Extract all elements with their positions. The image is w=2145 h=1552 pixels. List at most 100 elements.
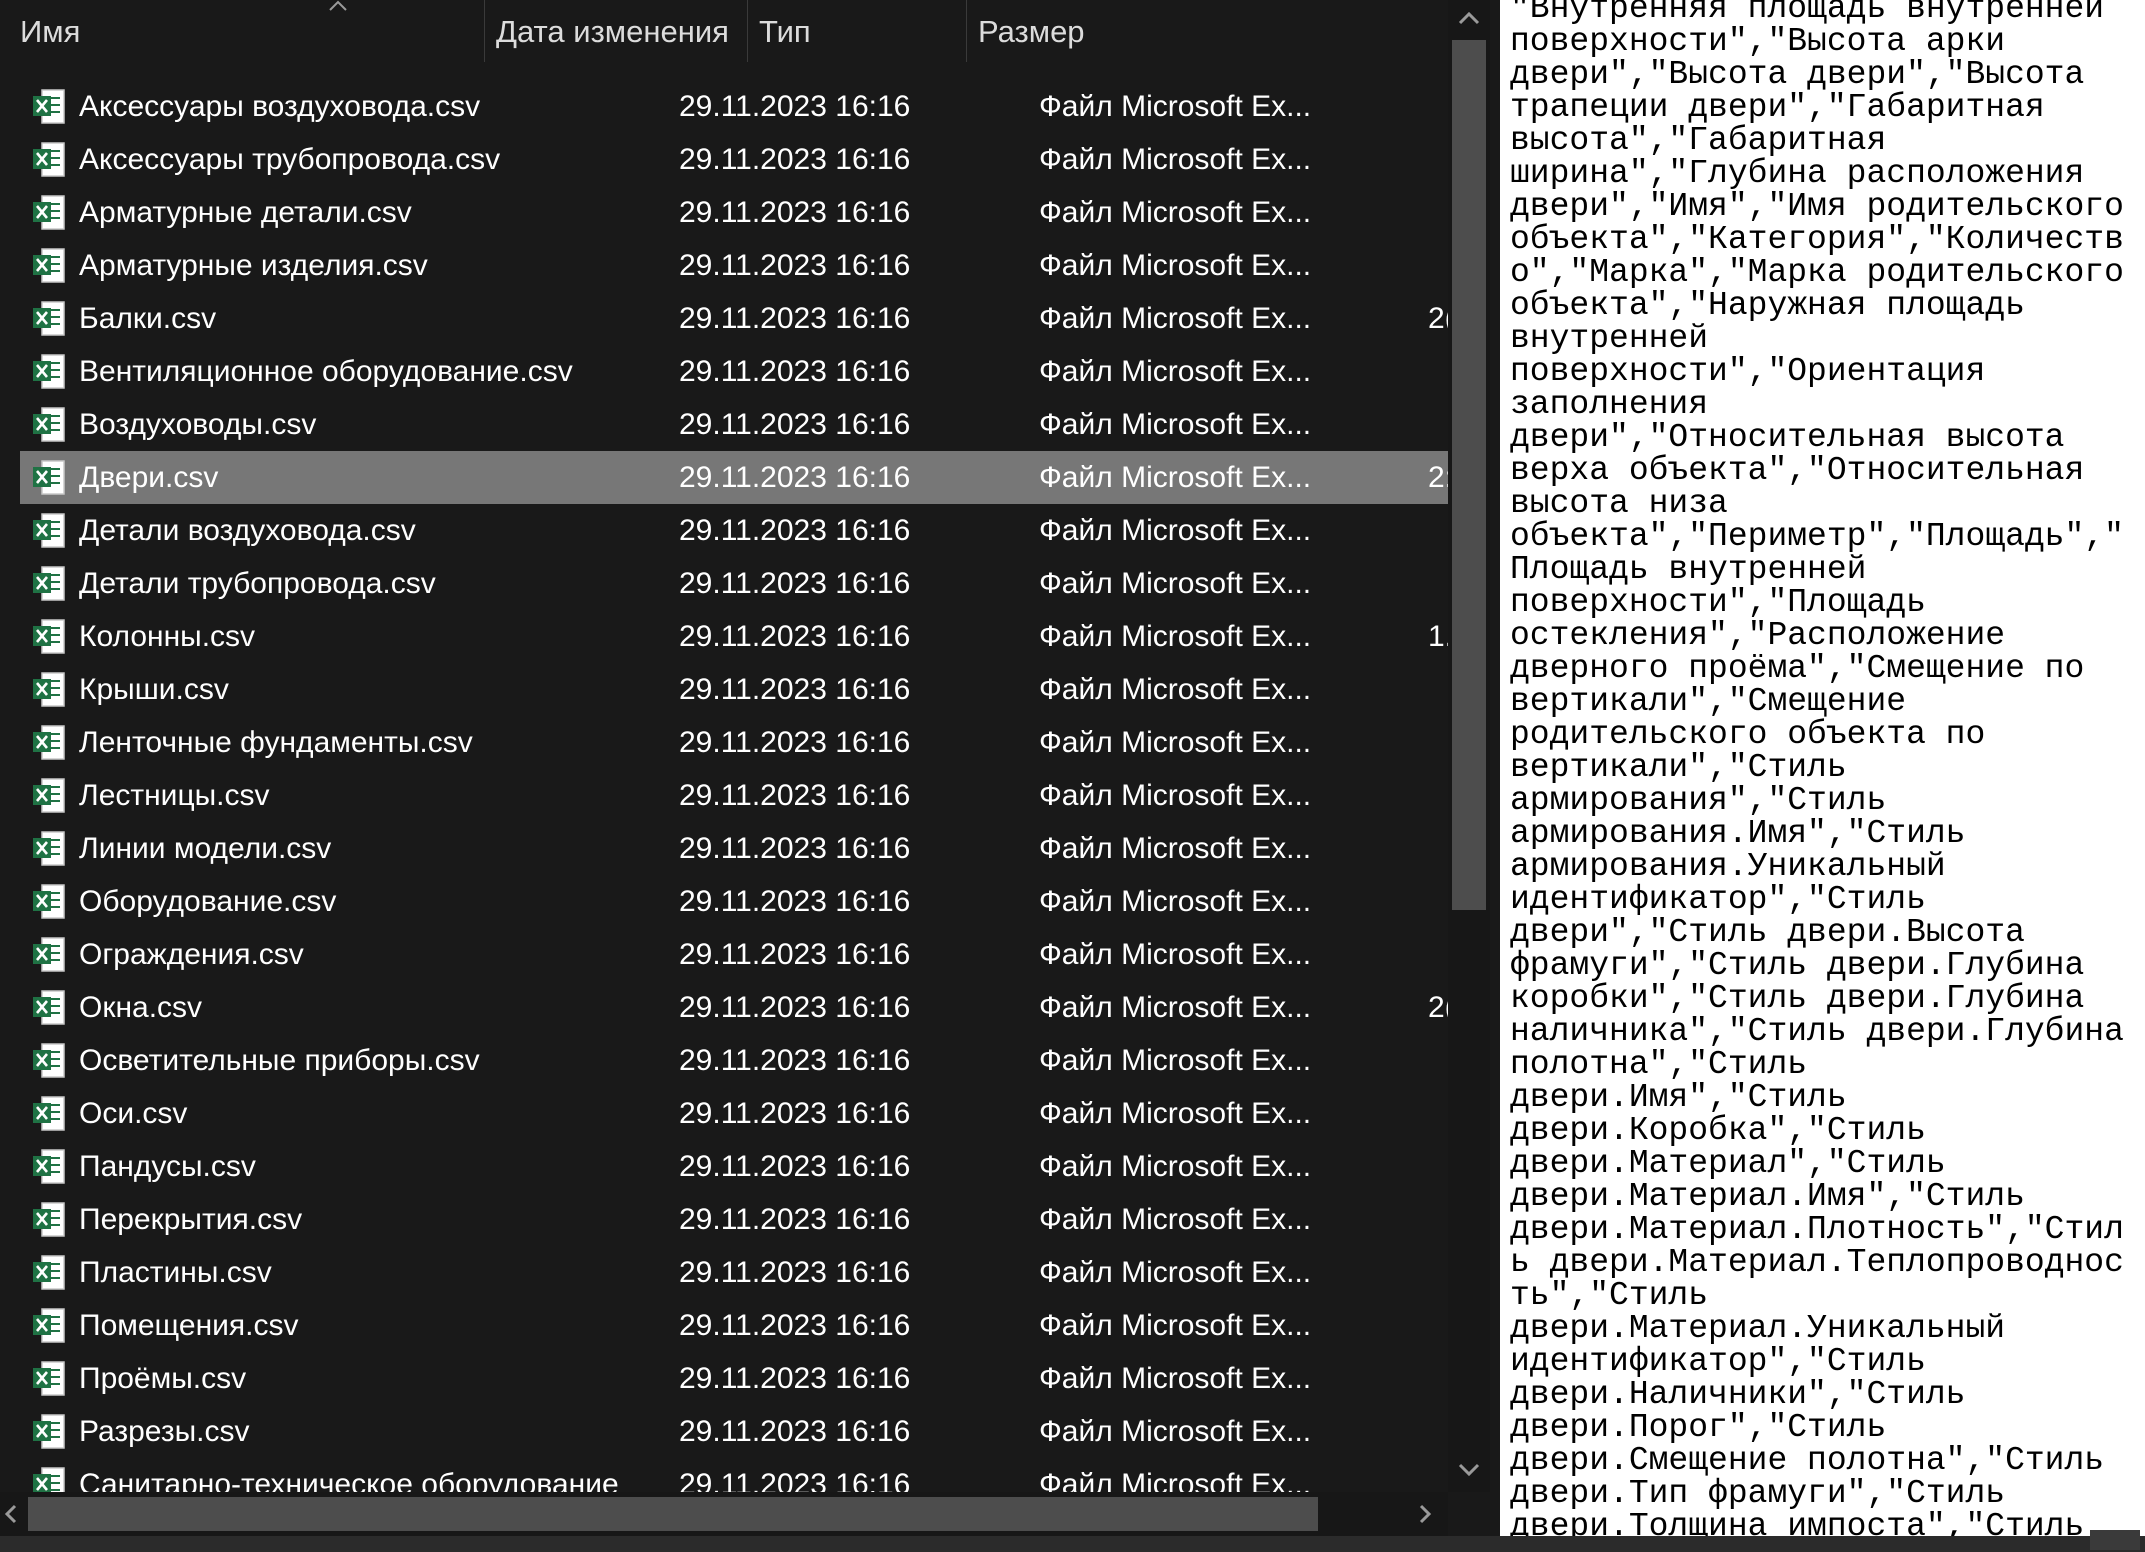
file-row[interactable]: Санитарно-техническое оборудование 29.11.… <box>20 1458 1448 1492</box>
file-row[interactable]: Окна.csv 29.11.2023 16:16 Файл Microsoft E… <box>20 981 1448 1034</box>
file-row[interactable]: Осветительные приборы.csv 29.11.2023 16:1… <box>20 1034 1448 1087</box>
file-row[interactable]: Аксессуары воздуховода.csv 29.11.2023 16:… <box>20 80 1448 133</box>
file-date: 29.11.2023 16:16 <box>679 885 911 918</box>
file-row[interactable]: Колонны.csv 29.11.2023 16:16 Файл Microsof… <box>20 610 1448 663</box>
excel-file-icon <box>33 89 65 124</box>
excel-file-icon <box>33 195 65 230</box>
file-type: Файл Microsoft Ex... <box>1039 1203 1312 1236</box>
file-name: Вентиляционное оборудование.csv <box>79 355 573 388</box>
file-type: Файл Microsoft Ex... <box>1039 408 1312 441</box>
file-row[interactable]: Ограждения.csv 29.11.2023 16:16 Файл Micro… <box>20 928 1448 981</box>
excel-file-icon <box>33 407 65 442</box>
file-name: Оборудование.csv <box>79 885 337 918</box>
column-header-name[interactable]: Имя <box>20 14 80 50</box>
file-row[interactable]: Арматурные изделия.csv 29.11.2023 16:16 Фа… <box>20 239 1448 292</box>
file-type: Файл Microsoft Ex... <box>1039 991 1312 1024</box>
column-divider[interactable] <box>747 0 748 62</box>
file-row[interactable]: Линии модели.csv 29.11.2023 16:16 Файл Mic… <box>20 822 1448 875</box>
file-type: Файл Microsoft Ex... <box>1039 1415 1312 1448</box>
scroll-down-icon[interactable] <box>1454 1458 1484 1482</box>
file-row[interactable]: Перекрытия.csv 29.11.2023 16:16 Файл Micro… <box>20 1193 1448 1246</box>
horizontal-scrollbar-thumb[interactable] <box>28 1497 1318 1531</box>
file-row[interactable]: Пандусы.csv 29.11.2023 16:16 Файл Microsof… <box>20 1140 1448 1193</box>
file-date: 29.11.2023 16:16 <box>679 461 911 494</box>
file-row[interactable]: Ленточные фундаменты.csv 29.11.2023 16:16… <box>20 716 1448 769</box>
file-name: Разрезы.csv <box>79 1415 250 1448</box>
excel-file-icon <box>33 301 65 336</box>
excel-file-icon <box>33 619 65 654</box>
file-date: 29.11.2023 16:16 <box>679 408 911 441</box>
file-row[interactable]: Детали воздуховода.csv 29.11.2023 16:16 Фа… <box>20 504 1448 557</box>
file-row[interactable]: Вентиляционное оборудование.csv 29.11.202… <box>20 345 1448 398</box>
excel-file-icon <box>33 1414 65 1449</box>
excel-file-icon <box>33 566 65 601</box>
file-date: 29.11.2023 16:16 <box>679 1044 911 1077</box>
file-row[interactable]: Крыши.csv 29.11.2023 16:16 Файл Microsoft … <box>20 663 1448 716</box>
file-type: Файл Microsoft Ex... <box>1039 832 1312 865</box>
file-type: Файл Microsoft Ex... <box>1039 885 1312 918</box>
file-date: 29.11.2023 16:16 <box>679 90 911 123</box>
file-name: Осветительные приборы.csv <box>79 1044 480 1077</box>
excel-file-icon <box>33 1149 65 1184</box>
file-date: 29.11.2023 16:16 <box>679 1362 911 1395</box>
column-divider[interactable] <box>966 0 967 62</box>
file-row[interactable]: Помещения.csv 29.11.2023 16:16 Файл Micros… <box>20 1299 1448 1352</box>
file-type: Файл Microsoft Ex... <box>1039 355 1312 388</box>
file-type: Файл Microsoft Ex... <box>1039 673 1312 706</box>
file-type: Файл Microsoft Ex... <box>1039 90 1312 123</box>
file-row[interactable]: Воздуховоды.csv 29.11.2023 16:16 Файл Micr… <box>20 398 1448 451</box>
column-header-size[interactable]: Размер <box>978 14 1085 50</box>
file-name: Колонны.csv <box>79 620 256 653</box>
file-name: Воздуховоды.csv <box>79 408 317 441</box>
excel-file-icon <box>33 513 65 548</box>
resize-grip[interactable] <box>2090 1530 2140 1550</box>
file-date: 29.11.2023 16:16 <box>679 1097 911 1130</box>
file-row[interactable]: Двери.csv 29.11.2023 16:16 Файл Microsoft … <box>20 451 1448 504</box>
vertical-scrollbar-thumb[interactable] <box>1452 40 1486 910</box>
file-date: 29.11.2023 16:16 <box>679 620 911 653</box>
file-type: Файл Microsoft Ex... <box>1039 1256 1312 1289</box>
file-type: Файл Microsoft Ex... <box>1039 302 1312 335</box>
file-name: Ограждения.csv <box>79 938 304 971</box>
scroll-right-icon[interactable] <box>1414 1502 1436 1526</box>
file-row[interactable]: Оси.csv 29.11.2023 16:16 Файл Microsoft Ex… <box>20 1087 1448 1140</box>
file-row[interactable]: Пластины.csv 29.11.2023 16:16 Файл Microso… <box>20 1246 1448 1299</box>
column-divider[interactable] <box>484 0 485 62</box>
file-type: Файл Microsoft Ex... <box>1039 1309 1312 1342</box>
file-name: Детали трубопровода.csv <box>79 567 436 600</box>
file-size: 1. <box>1428 620 1448 653</box>
file-name: Арматурные детали.csv <box>79 196 412 229</box>
file-date: 29.11.2023 16:16 <box>679 1150 911 1183</box>
excel-file-icon <box>33 1096 65 1131</box>
column-header-bar: Имя Дата изменения Тип Размер <box>0 0 1448 64</box>
file-row[interactable]: Оборудование.csv 29.11.2023 16:16 Файл Mic… <box>20 875 1448 928</box>
file-type: Файл Microsoft Ex... <box>1039 1362 1312 1395</box>
file-type: Файл Microsoft Ex... <box>1039 1150 1312 1183</box>
file-date: 29.11.2023 16:16 <box>679 832 911 865</box>
scroll-left-icon[interactable] <box>0 1502 22 1526</box>
file-date: 29.11.2023 16:16 <box>679 991 911 1024</box>
file-name: Помещения.csv <box>79 1309 299 1342</box>
file-size: 2( <box>1428 302 1448 335</box>
file-row[interactable]: Разрезы.csv 29.11.2023 16:16 Файл Microsof… <box>20 1405 1448 1458</box>
file-row[interactable]: Аксессуары трубопровода.csv 29.11.2023 16… <box>20 133 1448 186</box>
file-date: 29.11.2023 16:16 <box>679 673 911 706</box>
column-header-date[interactable]: Дата изменения <box>496 14 729 50</box>
scroll-up-icon[interactable] <box>1454 6 1484 30</box>
file-name: Ленточные фундаменты.csv <box>79 726 473 759</box>
file-date: 29.11.2023 16:16 <box>679 249 911 282</box>
excel-file-icon <box>33 831 65 866</box>
file-row[interactable]: Детали трубопровода.csv 29.11.2023 16:16 Ф… <box>20 557 1448 610</box>
file-row[interactable]: Балки.csv 29.11.2023 16:16 Файл Microsoft … <box>20 292 1448 345</box>
file-type: Файл Microsoft Ex... <box>1039 620 1312 653</box>
column-header-type[interactable]: Тип <box>759 14 811 50</box>
file-row[interactable]: Арматурные детали.csv 29.11.2023 16:16 Фай… <box>20 186 1448 239</box>
excel-file-icon <box>33 1255 65 1290</box>
excel-file-icon <box>33 1308 65 1343</box>
file-date: 29.11.2023 16:16 <box>679 1468 911 1492</box>
file-name: Пандусы.csv <box>79 1150 256 1183</box>
file-row[interactable]: Лестницы.csv 29.11.2023 16:16 Файл Microso… <box>20 769 1448 822</box>
excel-file-icon <box>33 142 65 177</box>
file-type: Файл Microsoft Ex... <box>1039 514 1312 547</box>
file-row[interactable]: Проёмы.csv 29.11.2023 16:16 Файл Microsoft… <box>20 1352 1448 1405</box>
